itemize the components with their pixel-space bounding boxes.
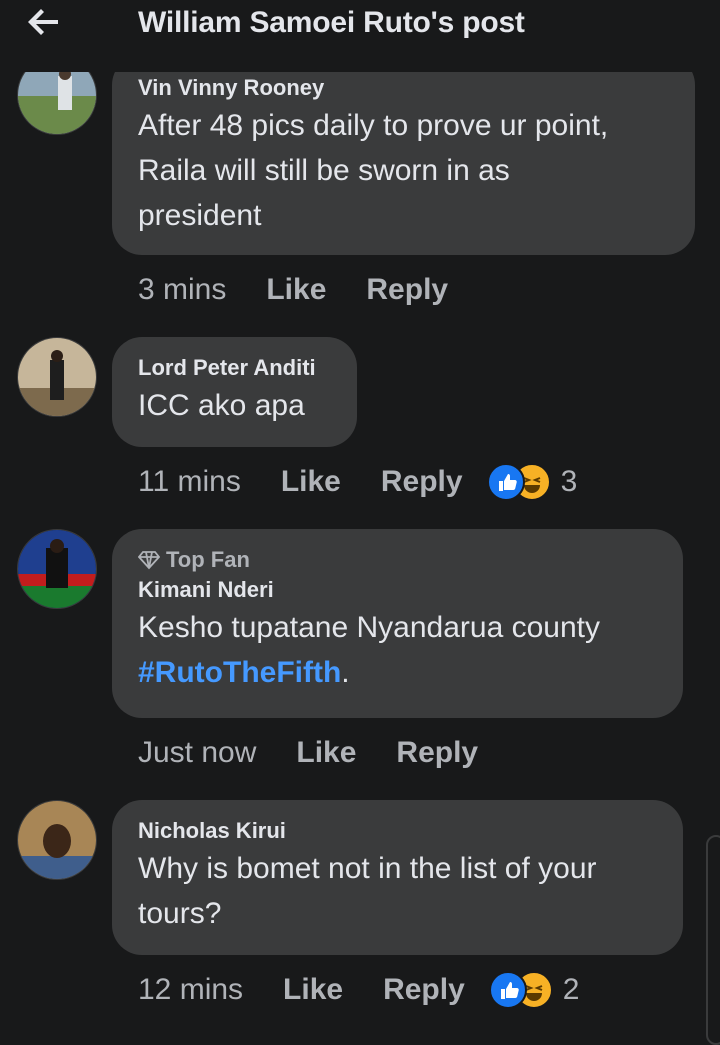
comment-bubble[interactable]: Lord Peter Anditi ICC ako apa — [112, 337, 357, 447]
comment-actions: 12 mins Like Reply 2 — [138, 968, 579, 1012]
comment-actions: 3 mins Like Reply — [138, 268, 472, 312]
comment-text-line: #RutoTheFifth. — [138, 650, 657, 695]
back-button[interactable] — [24, 2, 74, 42]
comment-time[interactable]: 3 mins — [138, 273, 226, 307]
like-button[interactable]: Like — [283, 973, 343, 1007]
comment-actions: 11 mins Like Reply 3 — [138, 460, 577, 504]
hashtag-suffix: . — [341, 656, 350, 689]
comment-bubble[interactable]: Nicholas Kirui Why is bomet not in the l… — [112, 800, 683, 955]
post-header: William Samoei Ruto's post — [0, 0, 720, 72]
reaction-count: 2 — [562, 973, 580, 1006]
comment-bubble[interactable]: Top Fan Kimani Nderi Kesho tupatane Nyan… — [112, 529, 683, 718]
page-title: William Samoei Ruto's post — [138, 6, 525, 39]
top-fan-badge: Top Fan — [138, 545, 657, 575]
reply-button[interactable]: Reply — [396, 736, 478, 770]
like-button[interactable]: Like — [296, 736, 356, 770]
comment-text-line: president — [138, 199, 262, 232]
reply-button[interactable]: Reply — [366, 273, 448, 307]
comment-text-line: tours? — [138, 897, 222, 930]
avatar[interactable] — [17, 800, 97, 880]
back-arrow-icon — [28, 9, 58, 35]
scrollbar[interactable] — [706, 835, 720, 1045]
comment-author[interactable]: Kimani Nderi — [138, 575, 657, 605]
comment-text-line: ICC ako apa — [138, 389, 305, 422]
reply-button[interactable]: Reply — [383, 973, 465, 1007]
like-button[interactable]: Like — [281, 465, 341, 499]
comment-actions: Just now Like Reply — [138, 731, 502, 775]
comment-time[interactable]: Just now — [138, 736, 256, 770]
top-fan-label: Top Fan — [166, 547, 250, 572]
comments-feed[interactable]: Vin Vinny Rooney After 48 pics daily to … — [0, 0, 720, 1045]
comment-author[interactable]: Nicholas Kirui — [138, 816, 657, 846]
comment-text-line: Raila will still be sworn in as — [138, 154, 510, 187]
comment-bubble[interactable]: Vin Vinny Rooney After 48 pics daily to … — [112, 55, 695, 255]
diamond-icon — [138, 551, 160, 570]
comment-time[interactable]: 11 mins — [138, 465, 241, 499]
reactions-summary[interactable]: 2 — [488, 971, 580, 1009]
avatar[interactable] — [17, 529, 97, 609]
comment-text-line: After 48 pics daily to prove ur point, — [138, 109, 609, 142]
reply-button[interactable]: Reply — [381, 465, 463, 499]
comment-author[interactable]: Vin Vinny Rooney — [138, 73, 669, 103]
reaction-count: 3 — [560, 465, 578, 498]
comment-time[interactable]: 12 mins — [138, 973, 243, 1007]
avatar[interactable] — [17, 337, 97, 417]
like-button[interactable]: Like — [266, 273, 326, 307]
comment-text-line: Why is bomet not in the list of your — [138, 852, 597, 885]
like-reaction-icon — [488, 971, 527, 1009]
hashtag-link[interactable]: #RutoTheFifth — [138, 656, 341, 689]
like-reaction-icon — [486, 463, 525, 501]
comment-text-line: Kesho tupatane Nyandarua county — [138, 611, 600, 644]
reactions-summary[interactable]: 3 — [486, 463, 578, 501]
comment-author[interactable]: Lord Peter Anditi — [138, 353, 331, 383]
